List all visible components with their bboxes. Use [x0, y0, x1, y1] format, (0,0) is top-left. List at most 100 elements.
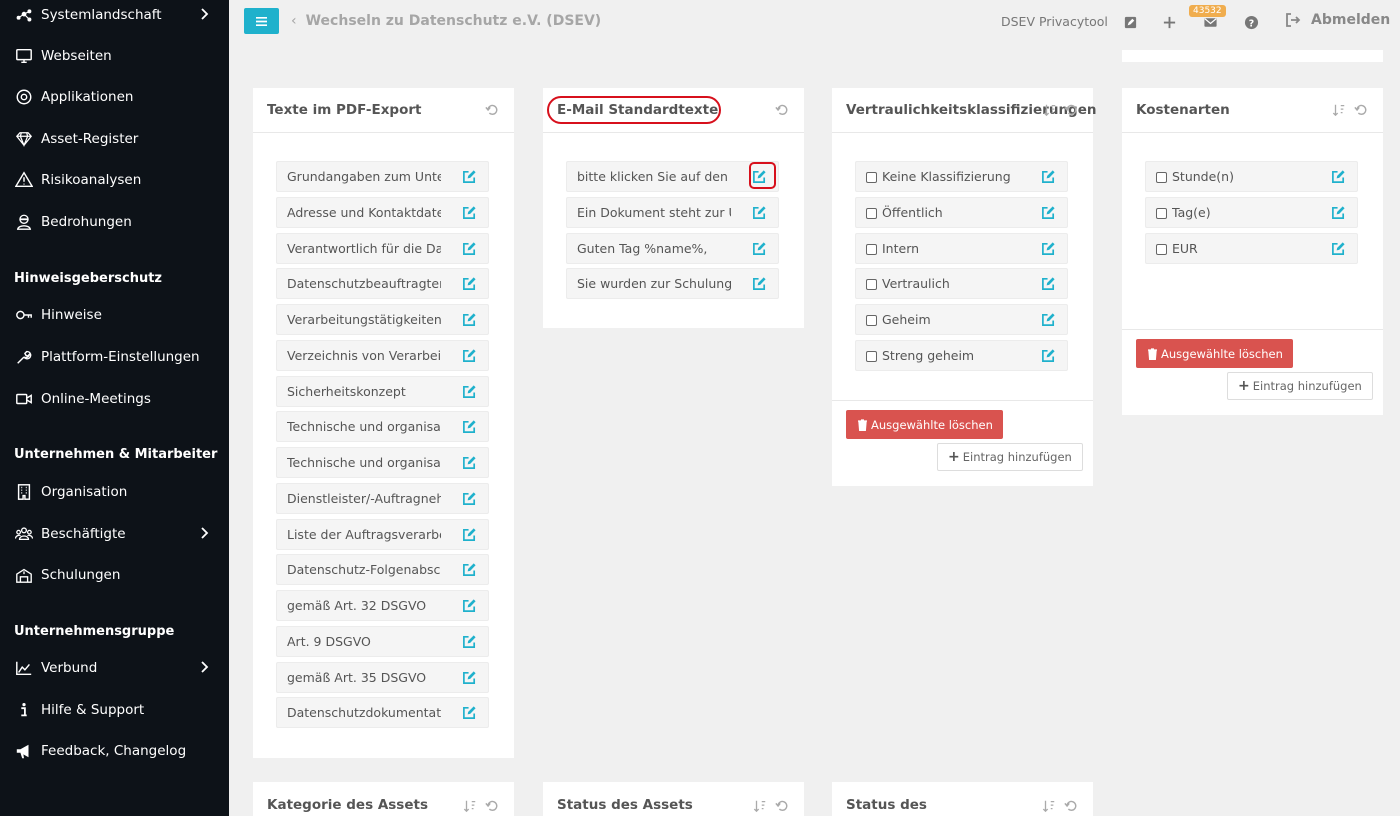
edit-icon[interactable]	[752, 205, 768, 221]
edit-icon[interactable]	[462, 527, 478, 543]
edit-icon[interactable]	[462, 455, 478, 471]
sort-icon[interactable]	[1042, 798, 1058, 814]
card-title: Kategorie des Assets	[267, 797, 428, 813]
edit-icon[interactable]	[752, 241, 768, 257]
sort-icon[interactable]	[753, 798, 769, 814]
sidebar-item-label: Verbund	[41, 660, 98, 676]
delete-selected-button[interactable]: Ausgewählte löschen	[1136, 339, 1293, 368]
edit-icon[interactable]	[462, 670, 478, 686]
megaphone-icon	[14, 741, 34, 761]
edit-icon[interactable]	[462, 705, 478, 721]
reset-icon[interactable]	[1064, 798, 1080, 814]
edit-icon[interactable]	[462, 491, 478, 507]
item-label: Grundangaben zum Unternehmen	[287, 169, 441, 184]
item-label: EUR	[1172, 240, 1198, 256]
sidebar-section-hinweisgeberschutz: Hinweisgeberschutz	[14, 271, 163, 286]
edit-icon[interactable]	[462, 241, 478, 257]
add-entry-label: Eintrag hinzufügen	[1252, 379, 1362, 393]
menu-toggle-button[interactable]	[244, 8, 279, 34]
item-checkbox[interactable]	[1156, 172, 1167, 183]
sort-icon[interactable]	[1043, 102, 1059, 118]
sidebar-item-plattform-einstellungen[interactable]: Plattform-Einstellungen	[0, 338, 229, 376]
item-checkbox[interactable]	[866, 279, 877, 291]
edit-icon[interactable]	[462, 276, 478, 292]
add-entry-label: Eintrag hinzufügen	[962, 450, 1072, 464]
item-label: Verantwortlich für die Datenverarbeitung	[287, 240, 441, 256]
item-checkbox[interactable]	[1156, 243, 1167, 255]
item-checkbox[interactable]	[866, 207, 877, 219]
card-header: Texte im PDF-Export	[253, 88, 514, 133]
delete-selected-button[interactable]: Ausgewählte löschen	[846, 410, 1003, 439]
sidebar-item-verbund[interactable]: Verbund	[0, 649, 229, 687]
item-label: Liste der Auftragsverarbeiter	[287, 526, 441, 542]
edit-icon[interactable]	[752, 276, 768, 292]
item-checkbox[interactable]	[1156, 207, 1167, 219]
help-icon[interactable]: ?	[1242, 13, 1260, 31]
list-item: gemäß Art. 32 DSGVO	[276, 590, 489, 621]
wrench-icon	[14, 347, 34, 367]
card-header: Vertraulichkeitsklassifizierungen	[832, 88, 1096, 133]
list-item: Adresse und Kontaktdaten	[276, 196, 489, 228]
edit-icon[interactable]	[462, 598, 478, 614]
item-label: Verarbeitungstätigkeiten	[287, 312, 441, 327]
edit-icon[interactable]	[462, 419, 478, 435]
card-title: Kostenarten	[1136, 102, 1230, 118]
edit-icon[interactable]	[1041, 241, 1057, 257]
edit-icon[interactable]	[462, 312, 478, 328]
edit-icon[interactable]	[462, 169, 478, 185]
add-entry-button[interactable]: + Eintrag hinzufügen	[1227, 372, 1373, 400]
reset-icon[interactable]	[775, 798, 791, 814]
reset-icon[interactable]	[1064, 102, 1080, 118]
edit-icon[interactable]	[1041, 276, 1057, 292]
reset-icon[interactable]	[485, 102, 501, 118]
edit-icon[interactable]	[1041, 205, 1057, 221]
reset-icon[interactable]	[1354, 102, 1370, 118]
sidebar-item-organisation[interactable]: Organisation	[0, 473, 229, 511]
logout-button[interactable]: Abmelden	[1285, 12, 1390, 28]
sort-icon[interactable]	[1332, 102, 1348, 118]
sidebar-item-hilfe-support[interactable]: Hilfe & Support	[0, 691, 229, 729]
item-checkbox[interactable]	[866, 315, 877, 326]
switch-organization-link[interactable]: ‹ Wechseln zu Datenschutz e.V. (DSEV)	[291, 13, 601, 29]
plus-icon[interactable]	[1160, 13, 1178, 31]
edit-icon[interactable]	[1331, 169, 1347, 185]
sidebar-item-schulungen[interactable]: Schulungen	[0, 556, 229, 594]
edit-icon[interactable]	[462, 562, 478, 578]
sidebar-item-online-meetings[interactable]: Online-Meetings	[0, 380, 229, 418]
edit-icon[interactable]	[1041, 348, 1057, 364]
sidebar-item-beschaeftigte[interactable]: Beschäftigte	[0, 515, 229, 553]
list-item: Technische und organisatorische Maßnahme…	[276, 447, 489, 478]
item-label: Keine Klassifizierung	[882, 169, 1011, 184]
sidebar-section-unternehmensgruppe: Unternehmensgruppe	[14, 624, 175, 639]
edit-icon[interactable]	[1041, 312, 1057, 328]
list-item: Liste der Auftragsverarbeiter	[276, 518, 489, 550]
edit-icon[interactable]	[462, 634, 478, 650]
sidebar-item-asset-register[interactable]: Asset-Register	[0, 120, 229, 158]
sidebar-item-webseiten[interactable]: Webseiten	[0, 37, 229, 75]
edit-icon[interactable]	[462, 348, 478, 364]
sidebar-item-bedrohungen[interactable]: Bedrohungen	[0, 203, 229, 241]
add-entry-button[interactable]: + Eintrag hinzufügen	[937, 443, 1083, 471]
sidebar-item-applikationen[interactable]: Applikationen	[0, 78, 229, 116]
sidebar-item-hinweise[interactable]: Hinweise	[0, 296, 229, 334]
item-checkbox[interactable]	[866, 350, 877, 362]
reset-icon[interactable]	[775, 102, 791, 118]
item-checkbox[interactable]	[866, 243, 877, 255]
edit-icon[interactable]	[1331, 241, 1347, 257]
edit-icon[interactable]	[462, 384, 478, 400]
edit-icon[interactable]	[1331, 205, 1347, 221]
sidebar-item-risikoanalysen[interactable]: Risikoanalysen	[0, 161, 229, 199]
edit-icon[interactable]	[1041, 169, 1057, 185]
tool-name: DSEV Privacytool	[1001, 14, 1108, 29]
sort-icon[interactable]	[463, 798, 479, 814]
edit-icon[interactable]	[462, 205, 478, 221]
list-item: gemäß Art. 35 DSGVO	[276, 661, 489, 693]
sidebar-item-systemlandschaft[interactable]: Systemlandschaft	[0, 0, 229, 34]
list-item: Datenschutzdokumentation	[276, 697, 489, 729]
item-checkbox[interactable]	[866, 172, 877, 183]
sidebar-item-feedback[interactable]: Feedback, Changelog	[0, 732, 229, 770]
edit-square-icon[interactable]	[1121, 13, 1139, 31]
reset-icon[interactable]	[485, 798, 501, 814]
list-item: Sicherheitskonzept	[276, 375, 489, 407]
top-bar: ‹ Wechseln zu Datenschutz e.V. (DSEV) DS…	[229, 0, 1400, 50]
